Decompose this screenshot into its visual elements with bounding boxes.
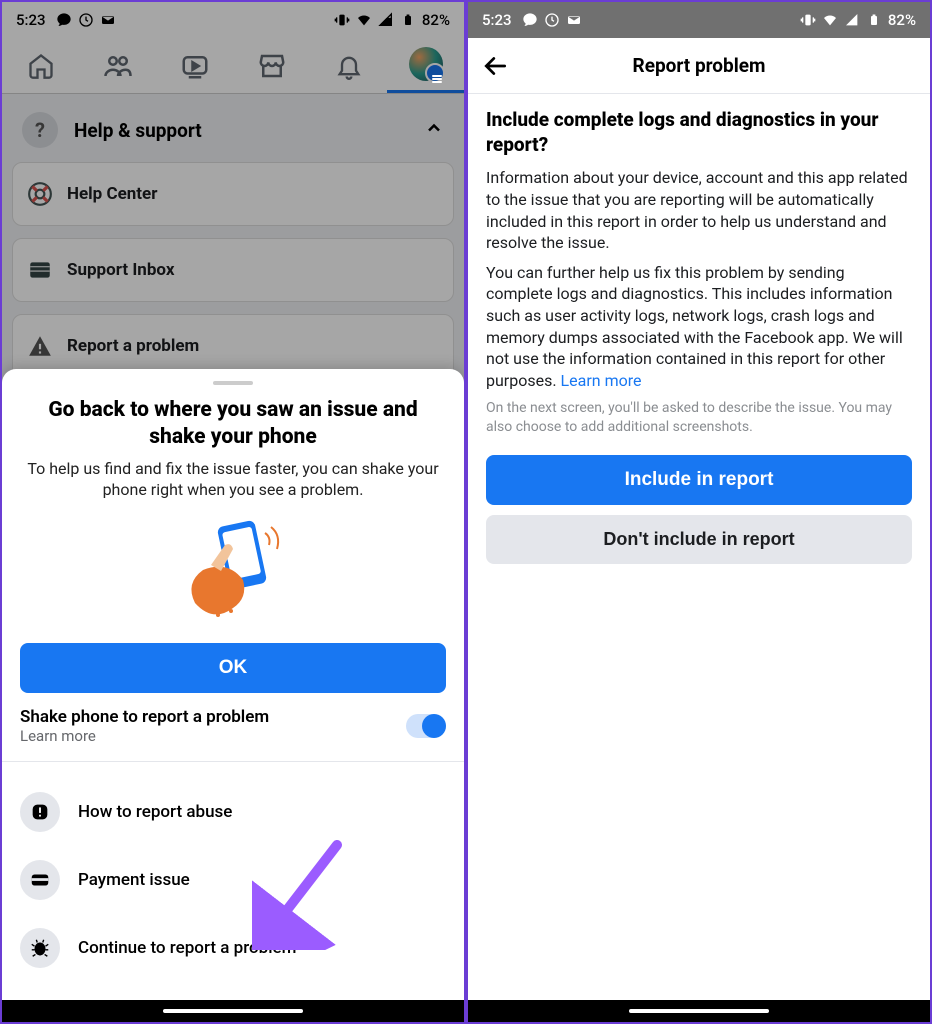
- continue-report-item[interactable]: Continue to report a problem: [20, 914, 446, 982]
- dont-include-button[interactable]: Don't include in report: [486, 515, 912, 564]
- battery-percent: 82%: [888, 11, 916, 29]
- signal-icon: [844, 12, 860, 28]
- include-in-report-button[interactable]: Include in report: [486, 455, 912, 505]
- learn-more-link[interactable]: Learn more: [561, 371, 642, 390]
- status-time: 5:23: [482, 11, 512, 29]
- info-paragraph-1: Information about your device, account a…: [486, 167, 912, 253]
- exclamation-icon: [20, 792, 60, 832]
- back-button[interactable]: [468, 53, 524, 79]
- report-bottom-sheet: Go back to where you saw an issue and sh…: [2, 369, 464, 1022]
- phone-left: 5:23 82%: [0, 0, 466, 1024]
- learn-more-link[interactable]: Learn more: [20, 727, 269, 745]
- sheet-title: Go back to where you saw an issue and sh…: [30, 397, 436, 450]
- phone-right: 5:23 82%: [466, 0, 932, 1024]
- wifi-icon: [822, 12, 838, 28]
- credit-card-icon: [20, 860, 60, 900]
- info-paragraph-2: You can further help us fix this problem…: [486, 262, 912, 392]
- status-bar: 5:23 82%: [468, 2, 930, 38]
- page-title: Report problem: [468, 54, 930, 77]
- report-abuse-label: How to report abuse: [78, 802, 232, 822]
- payment-issue-label: Payment issue: [78, 870, 190, 890]
- divider: [2, 761, 464, 762]
- shake-toggle[interactable]: [406, 714, 446, 738]
- ok-button[interactable]: OK: [20, 643, 446, 693]
- include-logs-question: Include complete logs and diagnostics in…: [486, 108, 912, 157]
- sheet-subtitle: To help us find and fix the issue faster…: [20, 458, 446, 501]
- report-abuse-item[interactable]: How to report abuse: [20, 778, 446, 846]
- continue-report-label: Continue to report a problem: [78, 938, 296, 958]
- shake-phone-illustration: [20, 515, 446, 625]
- battery-icon: [866, 12, 882, 28]
- report-header: Report problem: [468, 38, 930, 94]
- bug-icon: [20, 928, 60, 968]
- shake-toggle-label: Shake phone to report a problem: [20, 707, 269, 727]
- payment-issue-item[interactable]: Payment issue: [20, 846, 446, 914]
- drag-handle[interactable]: [213, 381, 253, 385]
- mail-badge-icon: [566, 12, 582, 28]
- gesture-bar[interactable]: [468, 1000, 930, 1022]
- clock-icon: [544, 12, 560, 28]
- next-screen-hint: On the next screen, you'll be asked to d…: [486, 399, 912, 437]
- report-body: Include complete logs and diagnostics in…: [468, 94, 930, 578]
- gesture-bar[interactable]: [2, 1000, 464, 1022]
- chat-icon: [522, 12, 538, 28]
- vibrate-icon: [800, 12, 816, 28]
